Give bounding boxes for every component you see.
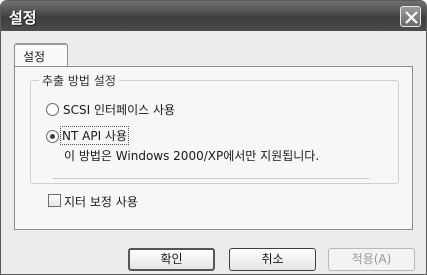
ok-button[interactable]: 확인 (128, 248, 215, 271)
title-bar[interactable]: 설정 (1, 1, 426, 31)
window-title: 설정 (9, 9, 37, 27)
nt-api-note: 이 방법은 Windows 2000/XP에서만 지원됩니다. (64, 149, 320, 163)
nt-api-radio[interactable] (46, 130, 59, 143)
extraction-method-legend: 추출 방법 설정 (39, 72, 119, 89)
tab-settings-label: 설정 (23, 50, 46, 64)
close-button[interactable] (400, 6, 421, 27)
scsi-radio[interactable] (46, 103, 59, 116)
jitter-checkbox-label[interactable]: 지터 보정 사용 (64, 193, 138, 210)
jitter-checkbox[interactable] (48, 194, 61, 207)
scsi-radio-label[interactable]: SCSI 인터페이스 사용 (63, 101, 175, 118)
close-icon (405, 11, 418, 24)
separator (53, 178, 369, 179)
tab-settings[interactable]: 설정 (14, 43, 68, 67)
nt-api-radio-label[interactable]: NT API 사용 (59, 126, 130, 145)
apply-button[interactable]: 적용(A) (328, 248, 415, 271)
cancel-button[interactable]: 취소 (229, 248, 316, 271)
